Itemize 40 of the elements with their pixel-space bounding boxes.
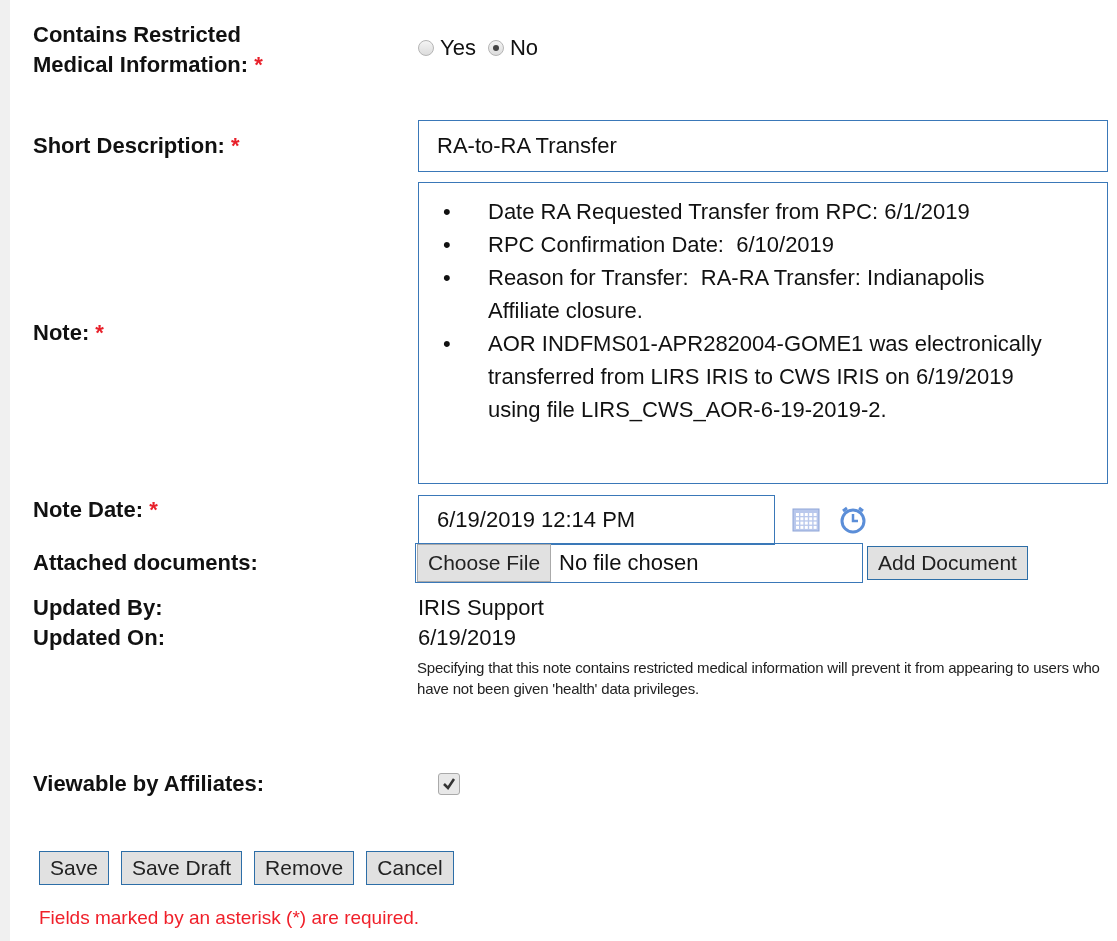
bullet: • <box>443 264 452 292</box>
note-text: Date RA Requested Transfer from RPC: 6/1/2019 <box>488 198 971 226</box>
radio-label: Yes <box>440 34 476 61</box>
required-asterisk: * <box>231 133 240 158</box>
radio-button[interactable] <box>487 39 504 56</box>
checkbox[interactable] <box>438 773 460 795</box>
bullet: • <box>443 198 452 226</box>
field-value: IRIS Support <box>418 595 544 620</box>
help-text: Specifying that this note contains restricted medical information will prevent it from appearing to users who have not been given 'health' data privileges. <box>417 658 1101 699</box>
field-label: Note Date: <box>33 497 143 522</box>
radio-button[interactable] <box>418 39 434 56</box>
field-value: 6/19/2019 <box>418 625 516 650</box>
bullet: • <box>443 330 452 358</box>
text-area[interactable] <box>418 182 1108 484</box>
field-label: Short Description: <box>33 133 225 158</box>
field-label: Updated By: <box>33 595 163 620</box>
bullet: • <box>443 231 452 259</box>
required-asterisk: * <box>149 497 158 522</box>
check-icon <box>442 777 456 791</box>
form-button[interactable]: Remove <box>254 851 355 885</box>
input-field[interactable]: RA-to-RA Transfer <box>418 120 1108 172</box>
note-text: RPC Confirmation Date: 6/10/2019 <box>488 231 836 259</box>
file-input[interactable]: Choose File No file chosen <box>415 543 863 583</box>
required-asterisk: * <box>254 51 263 77</box>
form-button[interactable]: Save Draft <box>120 851 243 885</box>
field-label: Updated On: <box>33 625 165 650</box>
note-text: Reason for Transfer: RA-RA Transfer: Indianapolis Affiliate closure. <box>488 264 986 325</box>
required-asterisk: * <box>95 320 104 345</box>
field-label: Note: <box>33 320 90 345</box>
form-button[interactable]: Cancel <box>366 851 454 885</box>
radio-label: No <box>509 34 538 61</box>
choose-file-button[interactable]: Choose File <box>417 544 552 582</box>
field-label: Attached documents: <box>33 550 258 575</box>
note-text: AOR INDFMS01-APR282004-GOME1 was electronically transferred from LIRS IRIS to CWS IRIS on 6/19/2019 using file LIRS_CWS_AOR-6-19-2019-2. <box>488 330 1043 424</box>
form-button[interactable]: Save <box>39 851 109 885</box>
add-document-button[interactable]: Add Document <box>867 546 1028 580</box>
field-label: Viewable by Affiliates: <box>33 771 265 796</box>
clock-icon[interactable] <box>838 505 868 535</box>
field-label: Contains Restricted Medical Information: <box>33 21 249 77</box>
required-note: Fields marked by an asterisk (*) are required. <box>39 907 421 929</box>
